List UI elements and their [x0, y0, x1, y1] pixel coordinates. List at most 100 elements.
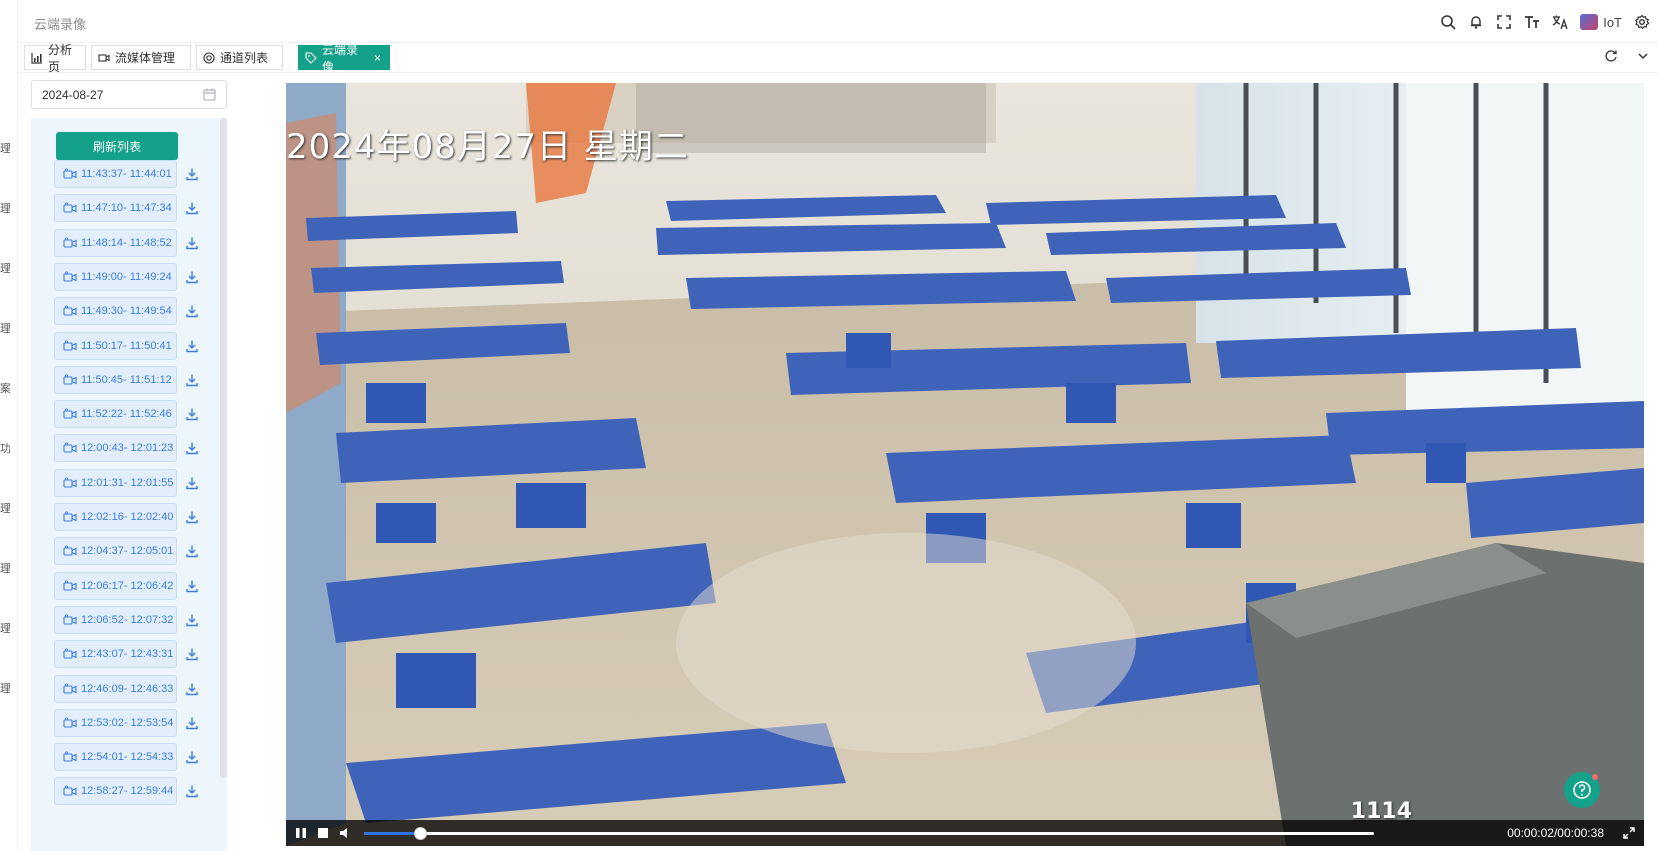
sidebar-menu-glyph[interactable]: 案	[0, 380, 10, 396]
translate-icon[interactable]	[1552, 14, 1568, 30]
video-camera-icon	[63, 545, 77, 557]
date-value: 2024-08-27	[42, 87, 104, 102]
recording-item[interactable]: 11:49:00- 11:49:24	[54, 262, 177, 291]
sidebar-menu-glyph[interactable]: 理	[0, 500, 10, 516]
collapsed-sidebar: 理理理理案功理理理理	[0, 0, 18, 851]
recording-time-range: 11:43:37- 11:44:01	[81, 168, 172, 180]
recording-time-range: 12:46:09- 12:46:33	[81, 682, 174, 695]
video-camera-icon	[63, 202, 77, 214]
video-camera-icon	[63, 374, 77, 386]
recording-item[interactable]: 11:50:17- 11:50:41	[54, 331, 177, 360]
sidebar-menu-glyph[interactable]: 理	[0, 200, 10, 216]
chevron-down-icon[interactable]	[1636, 49, 1650, 63]
sidebar-menu-glyph[interactable]: 理	[0, 260, 10, 276]
tab-label: 云端录像	[322, 42, 359, 74]
tab-actions	[1604, 49, 1650, 63]
recording-item[interactable]: 12:46:09- 12:46:33	[54, 674, 177, 703]
tab-label: 分析页	[48, 42, 73, 74]
volume-icon[interactable]	[338, 826, 352, 840]
timecode: 00:00:02/00:00:38	[1507, 826, 1604, 840]
progress-knob[interactable]	[413, 827, 427, 840]
tab-analysis[interactable]: 分析页	[24, 43, 86, 74]
recording-item[interactable]: 12:01:31- 12:01:55	[54, 468, 177, 497]
tag-icon	[305, 51, 317, 64]
download-icon[interactable]	[185, 236, 199, 250]
download-icon[interactable]	[185, 304, 199, 318]
sidebar-menu-glyph[interactable]: 理	[0, 140, 10, 156]
download-icon[interactable]	[185, 784, 199, 798]
video-camera-icon	[63, 579, 77, 592]
sidebar-menu-glyph[interactable]: 理	[0, 560, 10, 576]
recording-item[interactable]: 11:50:45- 11:51:12	[54, 365, 177, 394]
app-root: 理理理理案功理理理理 云端录像 IoT 分析页 流媒体管理 通道列表 云端录像 …	[0, 0, 1658, 851]
sidebar-menu-glyph[interactable]: 理	[0, 620, 10, 636]
video-camera-icon	[63, 305, 77, 317]
recording-item[interactable]: 11:47:10- 11:47:34	[54, 194, 177, 223]
search-icon[interactable]	[1440, 14, 1456, 30]
recording-time-range: 12:54:01- 12:54:33	[81, 751, 174, 764]
download-icon[interactable]	[185, 373, 199, 387]
recording-time-range: 11:49:30- 11:49:54	[81, 305, 172, 318]
download-icon[interactable]	[185, 579, 199, 593]
tab-channel-list[interactable]: 通道列表	[196, 45, 283, 70]
refresh-list-button[interactable]: 刷新列表	[56, 132, 178, 160]
help-button[interactable]	[1564, 772, 1600, 808]
download-icon[interactable]	[185, 270, 199, 284]
sidebar-menu-glyph[interactable]: 理	[0, 680, 10, 696]
pause-icon[interactable]	[294, 826, 308, 840]
tab-cloud-recording[interactable]: 云端录像 ×	[298, 43, 390, 74]
download-icon[interactable]	[185, 201, 199, 215]
download-icon[interactable]	[185, 441, 199, 455]
recording-time-range: 11:50:45- 11:51:12	[81, 373, 172, 386]
brand-iot[interactable]: IoT	[1580, 14, 1622, 30]
recording-item[interactable]: 12:00:43- 12:01:23	[54, 434, 177, 463]
download-icon[interactable]	[185, 544, 199, 558]
recording-item[interactable]: 12:02:16- 12:02:40	[54, 503, 177, 531]
video-camera-icon	[63, 511, 77, 523]
recording-time-range: 12:00:43- 12:01:23	[81, 442, 174, 455]
settings-icon[interactable]	[1634, 14, 1650, 30]
expand-icon[interactable]	[1622, 826, 1636, 840]
download-icon[interactable]	[185, 716, 199, 730]
date-picker[interactable]: 2024-08-27	[31, 80, 227, 109]
refresh-icon[interactable]	[1604, 49, 1618, 63]
recording-time-range: 12:02:16- 12:02:40	[81, 511, 174, 523]
download-icon[interactable]	[185, 167, 199, 181]
recording-time-range: 12:01:31- 12:01:55	[81, 476, 174, 489]
list-scrollbar[interactable]	[220, 118, 227, 778]
video-player[interactable]: 2024年08月27日 星期二 1114 00:00:02/00:00:38	[286, 83, 1644, 846]
bell-icon[interactable]	[1468, 14, 1484, 30]
recording-item[interactable]: 12:06:17- 12:06:42	[54, 571, 177, 600]
download-icon[interactable]	[185, 682, 199, 696]
recording-time-range: 12:06:52- 12:07:32	[81, 613, 174, 626]
recording-item[interactable]: 11:49:30- 11:49:54	[54, 297, 177, 326]
recording-time-range: 12:53:02- 12:53:54	[81, 716, 174, 729]
recording-item[interactable]: 11:48:14- 11:48:52	[54, 228, 177, 257]
recording-item[interactable]: 12:58:27- 12:59:44	[54, 777, 177, 806]
download-icon[interactable]	[185, 613, 199, 627]
recording-time-range: 11:47:10- 11:47:34	[81, 202, 172, 215]
tab-close-icon[interactable]: ×	[374, 51, 381, 65]
recording-item[interactable]: 11:43:37- 11:44:01	[54, 160, 177, 188]
recording-item[interactable]: 12:04:37- 12:05:01	[54, 537, 177, 566]
download-icon[interactable]	[185, 750, 199, 764]
chart-icon	[31, 52, 43, 64]
download-icon[interactable]	[185, 339, 199, 353]
sidebar-menu-glyph[interactable]: 理	[0, 320, 10, 336]
font-size-icon[interactable]	[1524, 14, 1540, 30]
recording-item[interactable]: 12:43:07- 12:43:31	[54, 640, 177, 669]
stop-icon[interactable]	[316, 826, 330, 840]
video-camera-icon	[63, 717, 77, 729]
download-icon[interactable]	[185, 407, 199, 421]
recording-item[interactable]: 11:52:22- 11:52:46	[54, 400, 177, 429]
progress-bar[interactable]	[364, 827, 1374, 840]
download-icon[interactable]	[185, 476, 199, 490]
recording-item[interactable]: 12:54:01- 12:54:33	[54, 743, 177, 772]
sidebar-menu-glyph[interactable]: 功	[0, 440, 10, 456]
download-icon[interactable]	[185, 510, 199, 524]
recording-item[interactable]: 12:53:02- 12:53:54	[54, 708, 177, 737]
download-icon[interactable]	[185, 647, 199, 661]
recording-item[interactable]: 12:06:52- 12:07:32	[54, 605, 177, 634]
tab-stream-management[interactable]: 流媒体管理	[91, 45, 191, 70]
fullscreen-icon[interactable]	[1496, 14, 1512, 30]
